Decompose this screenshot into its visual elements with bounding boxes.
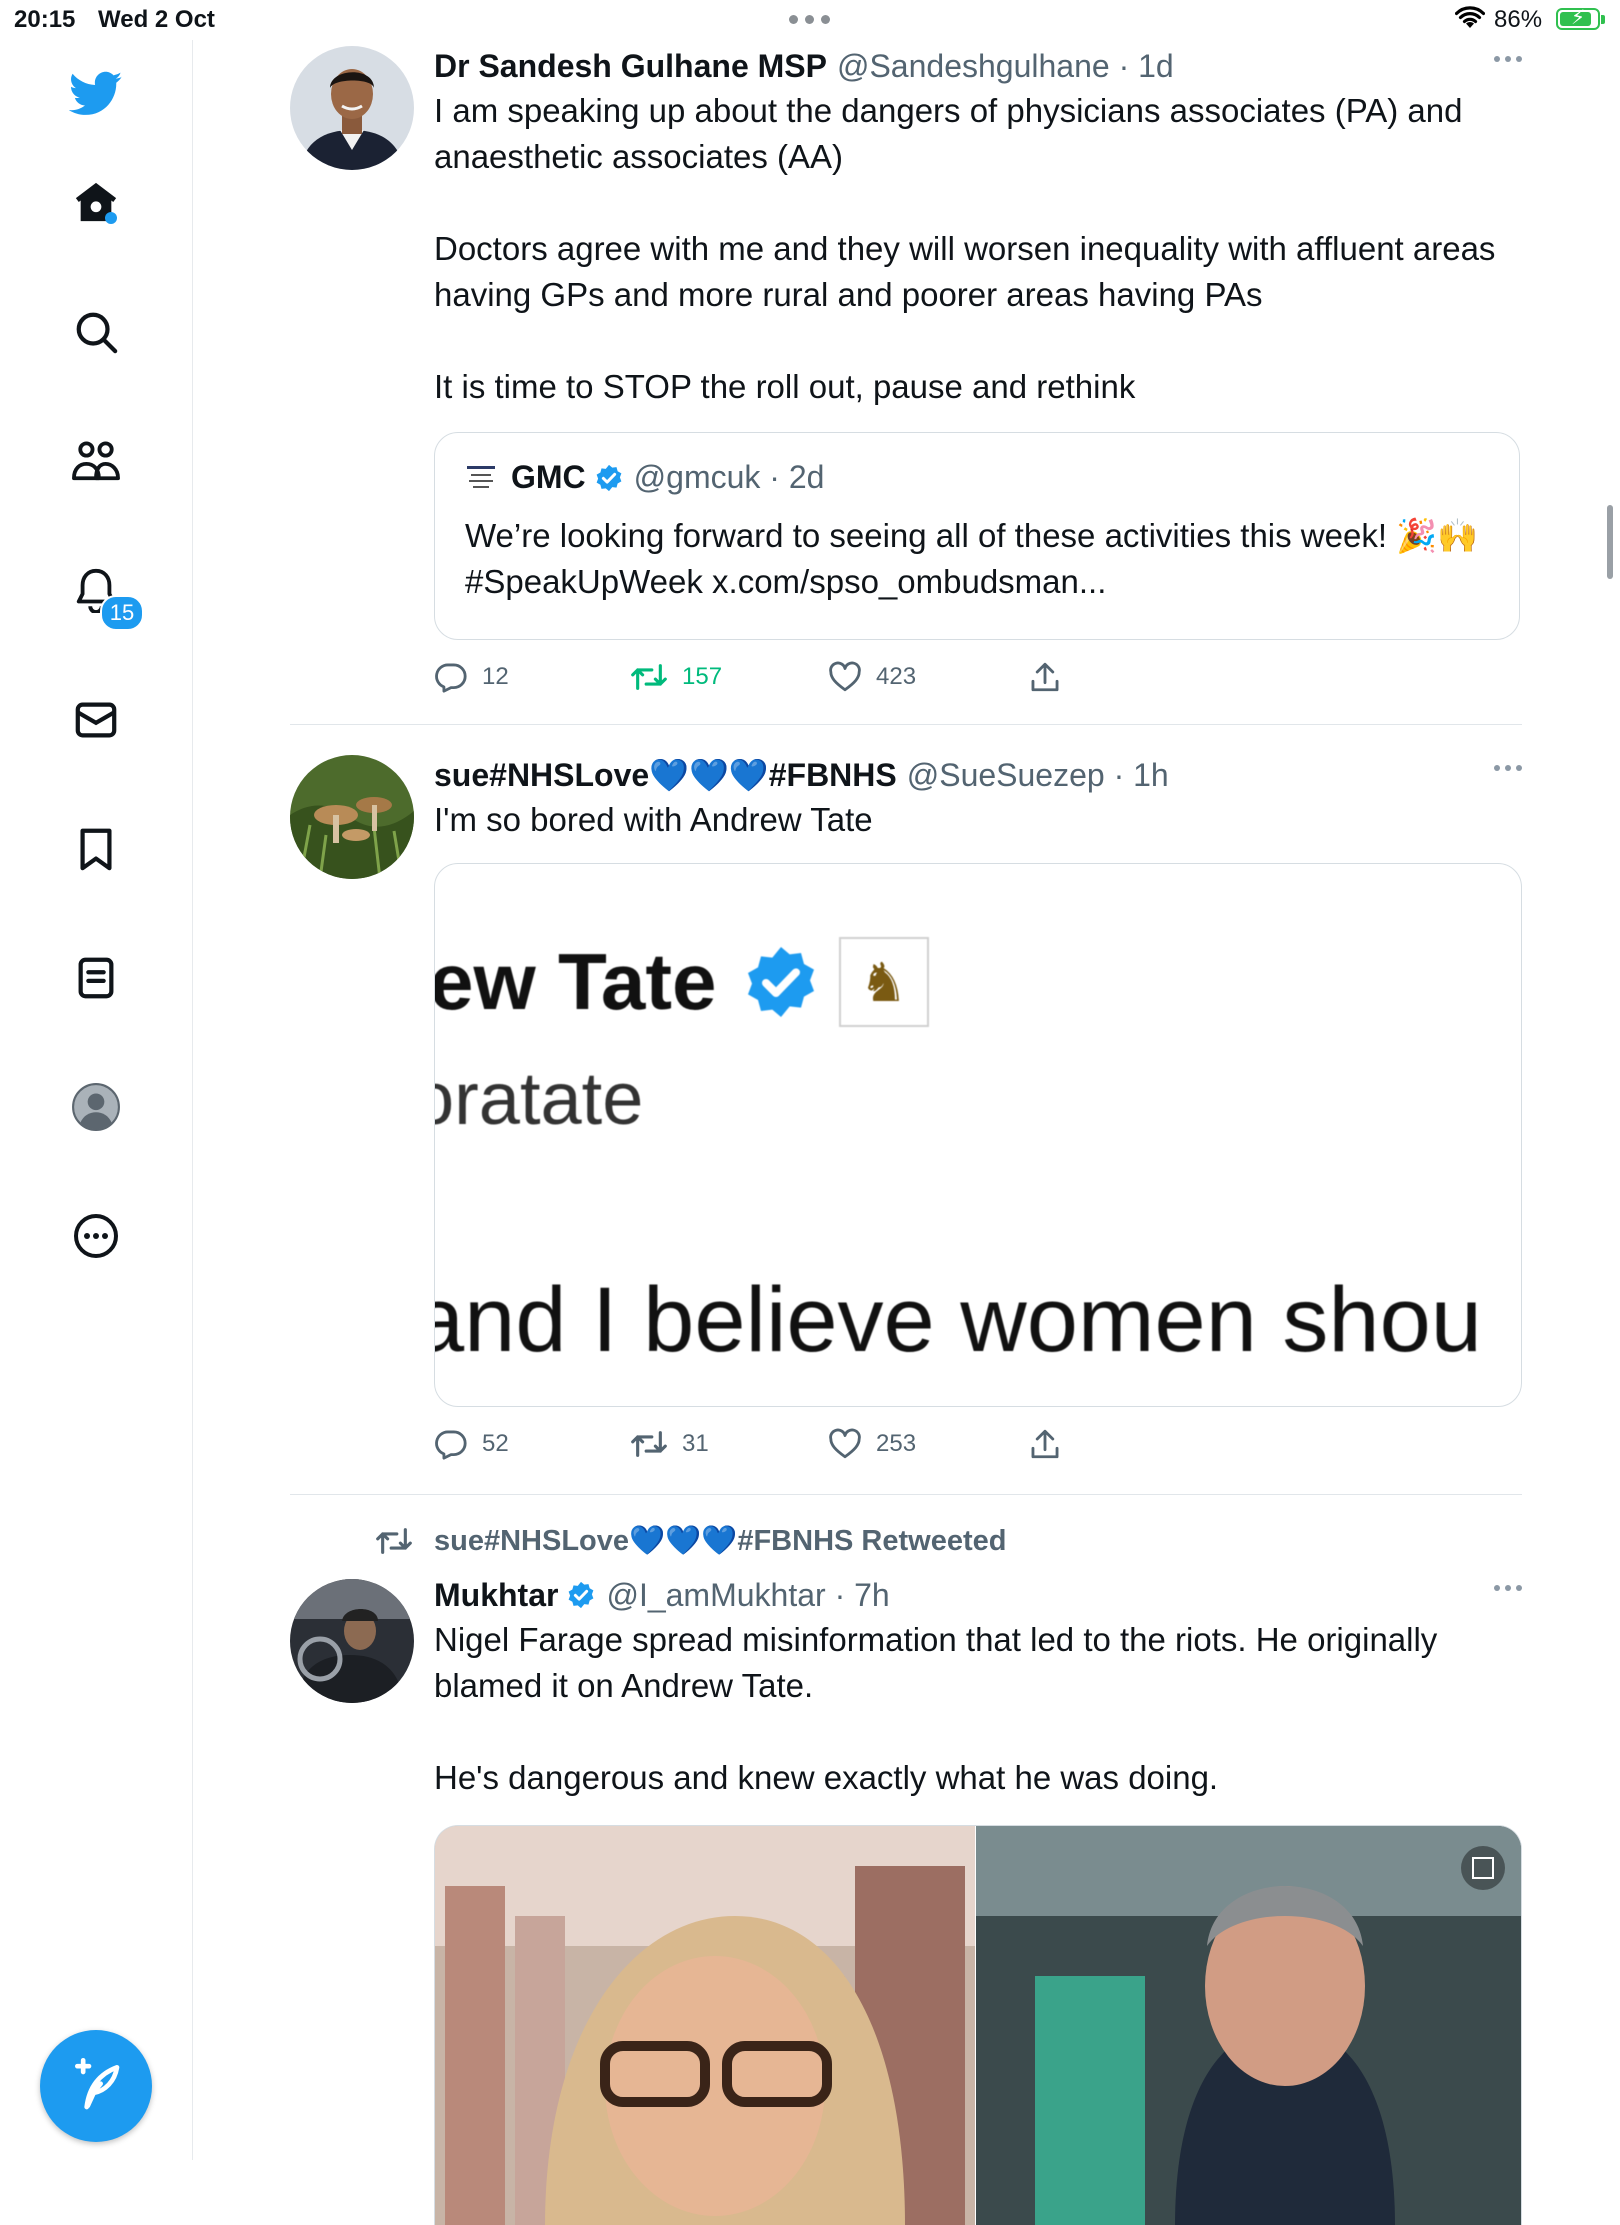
- media-text-line: oratate: [434, 1057, 644, 1140]
- quoted-display-name: GMC: [511, 459, 586, 495]
- handle-time[interactable]: @SueSuezep · 1h: [907, 755, 1169, 795]
- avatar[interactable]: [290, 1579, 414, 1703]
- tweet-header: Dr Sandesh Gulhane MSP @Sandeshgulhane ·…: [434, 46, 1522, 86]
- retweet-count: 157: [682, 663, 723, 690]
- tweet-media-image[interactable]: [434, 1825, 1522, 2225]
- media-text-line: and I believe women shou: [434, 1269, 1482, 1371]
- retweet-count: 31: [682, 1430, 709, 1457]
- wifi-icon: [1454, 6, 1486, 35]
- battery-percent: 86%: [1494, 6, 1543, 33]
- retweet-icon: [631, 1431, 667, 1457]
- compose-tweet-button[interactable]: [40, 2030, 152, 2142]
- handle-time[interactable]: @I_amMukhtar · 7h: [606, 1575, 889, 1615]
- notifications-badge: 15: [100, 595, 144, 631]
- tweet-text: I'm so bored with Andrew Tate: [434, 801, 873, 838]
- share-icon: [1031, 662, 1059, 692]
- retweet-icon: [631, 664, 667, 690]
- tweet-media-image[interactable]: ew Tate ♞ oratate and I believe women sh…: [434, 863, 1522, 1407]
- status-time: 20:15: [14, 6, 76, 33]
- tweet-header: sue#NHSLove💙💙💙#FBNHS @SueSuezep · 1h: [434, 755, 1522, 795]
- more-icon[interactable]: [68, 1208, 124, 1264]
- retweet-icon: [376, 1528, 412, 1554]
- affiliate-badge-icon: ♞: [838, 937, 929, 1027]
- avatar[interactable]: [290, 46, 414, 170]
- reply-icon: [435, 1430, 467, 1460]
- reply-count: 52: [482, 1430, 509, 1457]
- twitter-logo-icon[interactable]: [68, 66, 124, 122]
- display-name[interactable]: Mukhtar: [434, 1575, 558, 1615]
- like-button[interactable]: 423: [828, 660, 916, 694]
- share-button[interactable]: [1028, 660, 1062, 694]
- home-unread-dot: [105, 212, 117, 224]
- divider: [290, 724, 1522, 725]
- tweet-actions: 52 31 253: [434, 1427, 1114, 1467]
- heart-icon: [829, 661, 861, 692]
- divider: [290, 1494, 1522, 1495]
- compose-tweet-icon: [75, 2058, 120, 2110]
- reply-button[interactable]: 12: [434, 660, 509, 694]
- profile-icon[interactable]: [68, 1079, 124, 1135]
- share-button[interactable]: [1028, 1427, 1062, 1461]
- reply-button[interactable]: 52: [434, 1427, 509, 1461]
- like-count: 423: [876, 663, 917, 690]
- sidebar-nav: 15: [0, 40, 193, 2160]
- quoted-tweet[interactable]: GMC @gmcuk · 2d We’re looking forward to…: [434, 432, 1520, 640]
- status-date: Wed 2 Oct: [98, 6, 215, 33]
- heart-icon: [829, 1428, 861, 1459]
- reply-icon: [435, 663, 467, 693]
- messages-icon[interactable]: [68, 692, 124, 748]
- multitasking-handle[interactable]: [770, 0, 848, 38]
- handle-time[interactable]: @Sandeshgulhane · 1d: [837, 46, 1174, 86]
- media-text-line: ew Tate: [434, 937, 717, 1026]
- more-options-icon[interactable]: [1494, 1585, 1522, 1591]
- more-options-icon[interactable]: [1494, 765, 1522, 771]
- search-icon[interactable]: [68, 304, 124, 360]
- lists-icon[interactable]: [68, 950, 124, 1006]
- verified-badge-icon: [569, 1581, 594, 1609]
- reply-count: 12: [482, 663, 509, 690]
- avatar[interactable]: [290, 755, 414, 879]
- retweet-button[interactable]: 157: [630, 660, 722, 694]
- display-name[interactable]: Dr Sandesh Gulhane MSP: [434, 46, 827, 86]
- battery-icon: ⚡: [1556, 7, 1600, 30]
- verified-badge-icon: [747, 947, 814, 1017]
- share-icon: [1031, 1429, 1059, 1459]
- tweet-actions: 12 157 423: [434, 660, 1114, 700]
- bookmarks-icon[interactable]: [68, 821, 124, 877]
- status-bar: 20:15 Wed 2 Oct 86% ⚡: [0, 0, 1620, 40]
- like-button[interactable]: 253: [828, 1427, 916, 1461]
- more-options-icon[interactable]: [1494, 56, 1522, 62]
- gmc-logo: [465, 461, 497, 494]
- tweet-text: I am speaking up about the dangers of ph…: [434, 92, 1496, 405]
- quoted-text: We’re looking forward to seeing all of t…: [465, 517, 1479, 600]
- communities-icon[interactable]: [68, 433, 124, 489]
- retweeted-by-label: sue#NHSLove💙💙💙#FBNHS Retweeted: [434, 1525, 1007, 1557]
- feed-scrollbar[interactable]: [1607, 505, 1613, 579]
- quoted-handle-time: @gmcuk · 2d: [633, 459, 825, 495]
- verified-badge-icon: [596, 464, 622, 491]
- retweeted-by-row[interactable]: sue#NHSLove💙💙💙#FBNHS Retweeted: [374, 1524, 1006, 1558]
- tweet-header: Mukhtar @I_amMukhtar · 7h: [434, 1575, 1522, 1615]
- display-name[interactable]: sue#NHSLove💙💙💙#FBNHS: [434, 755, 897, 795]
- like-count: 253: [876, 1430, 917, 1457]
- tweet-text: Nigel Farage spread misinformation that …: [434, 1621, 1438, 1796]
- retweet-button[interactable]: 31: [630, 1427, 709, 1461]
